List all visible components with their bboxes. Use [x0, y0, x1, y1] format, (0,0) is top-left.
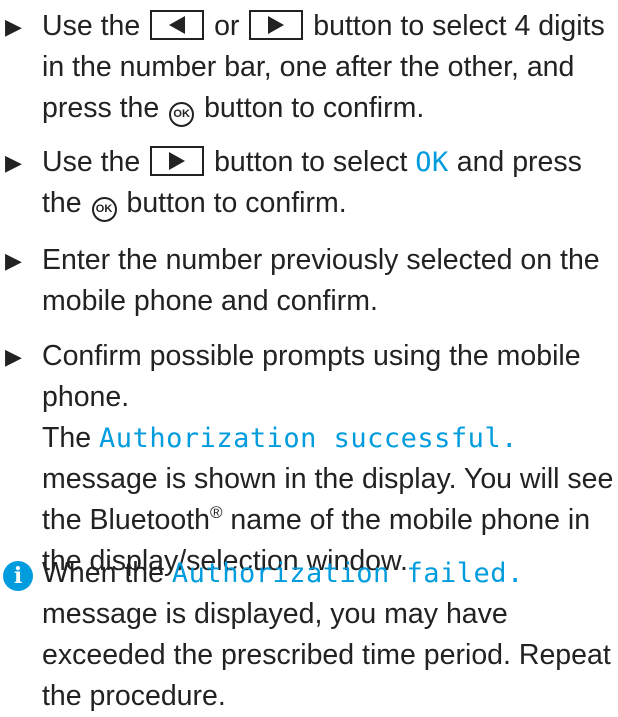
display-text-authorization-successful: Authorization successful.: [99, 423, 518, 454]
display-text-ok: OK: [415, 147, 449, 178]
instruction-step-confirm-prompts: ▶ Confirm possible prompts using the mob…: [5, 336, 617, 582]
ok-button-icon: OK: [91, 197, 117, 222]
step-text: button to select: [214, 146, 408, 178]
step-bullet-icon: ▶: [5, 150, 22, 175]
instruction-step-enter-number: ▶ Enter the number previously selected o…: [5, 240, 617, 322]
step-bullet-icon: ▶: [5, 248, 22, 273]
result-text: The: [42, 422, 92, 454]
info-text: message is displayed, you may have excee…: [42, 598, 611, 712]
display-text-authorization-failed: Authorization failed.: [171, 558, 524, 589]
ok-button-icon: OK: [169, 102, 195, 127]
triangle-right-icon: [169, 152, 186, 170]
triangle-left-icon: [169, 16, 186, 34]
left-button-symbol: [150, 10, 205, 40]
step-bullet-icon: ▶: [5, 344, 22, 369]
instruction-step-select-ok: ▶ Use the button to select OK and press …: [5, 142, 617, 224]
step-bullet-icon: ▶: [5, 14, 22, 39]
step-text: button to confirm.: [204, 92, 425, 124]
step-text: Use the: [42, 10, 141, 42]
instruction-step-select-digits: ▶ Use the or button to select 4 digits i…: [5, 6, 617, 129]
info-text: When the: [42, 557, 164, 589]
right-button-symbol: [249, 10, 304, 40]
info-note: i When the Authorization failed. message…: [3, 553, 615, 717]
info-icon: i: [3, 561, 33, 591]
step-text: or: [214, 10, 240, 42]
registered-mark: ®: [209, 503, 223, 522]
right-button-symbol: [150, 146, 205, 176]
step-text: button to confirm.: [126, 187, 347, 219]
step-text: Enter the number previously selected on …: [42, 244, 600, 317]
step-text: Confirm possible prompts using the mobil…: [42, 340, 581, 413]
step-text: Use the: [42, 146, 141, 178]
triangle-right-icon: [268, 16, 285, 34]
